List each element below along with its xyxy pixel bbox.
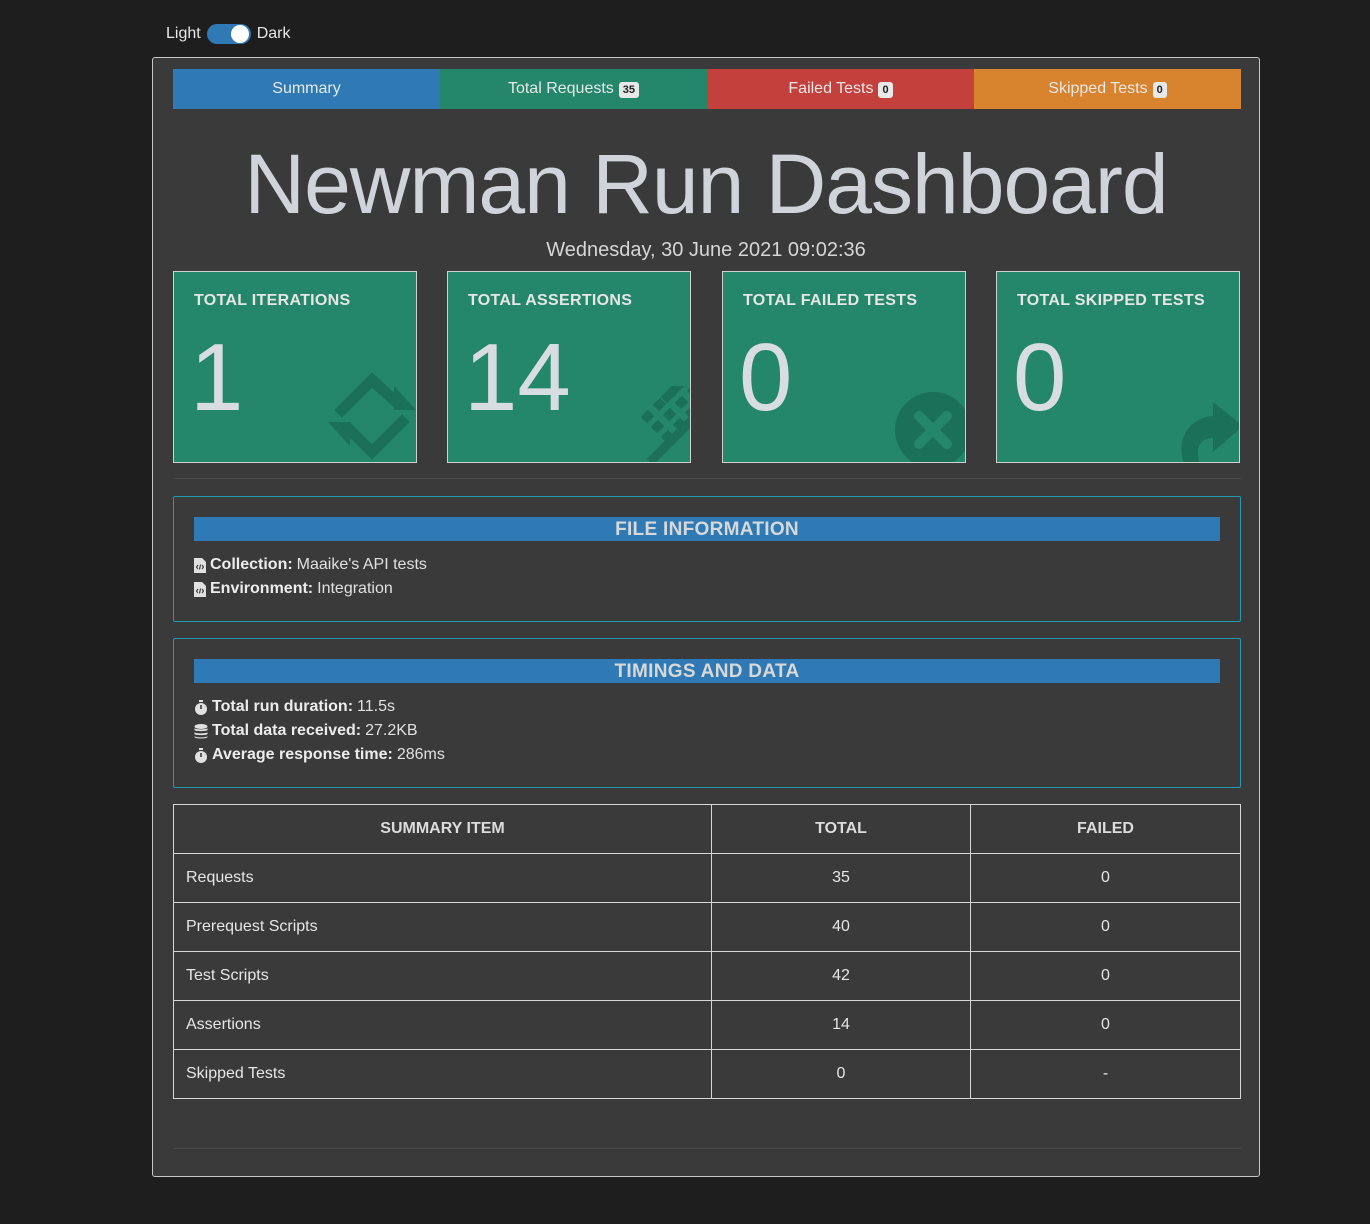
- item-cell: Requests: [173, 853, 712, 903]
- card-total-iterations: TOTAL ITERATIONS 1: [173, 271, 417, 463]
- duration-label: Total run duration:: [212, 698, 354, 715]
- table-row: Test Scripts 42 0: [173, 951, 1241, 1001]
- stopwatch-icon: [195, 747, 207, 763]
- summary-table: SUMMARY ITEM TOTAL FAILED Requests 35 0 …: [173, 804, 1241, 1099]
- theme-switch[interactable]: [206, 24, 251, 44]
- column-header: FAILED: [970, 804, 1241, 854]
- light-label: Light: [166, 25, 201, 42]
- failed-cell: 0: [970, 951, 1241, 1001]
- item-cell: Skipped Tests: [173, 1049, 712, 1099]
- sync-icon: [328, 372, 416, 460]
- switch-knob: [230, 25, 249, 43]
- failed-cell: 0: [970, 853, 1241, 903]
- data-received-value: 27.2KB: [365, 722, 418, 739]
- tab-failed-tests[interactable]: Failed Tests 0: [707, 69, 974, 109]
- panel-heading: FILE INFORMATION: [194, 517, 1220, 541]
- total-cell: 42: [711, 951, 971, 1001]
- panel-heading: TIMINGS AND DATA: [194, 659, 1220, 683]
- card-value: 1: [190, 324, 244, 431]
- share-icon: [1181, 402, 1239, 462]
- response-time-line: Average response time: 286ms: [194, 743, 1240, 767]
- card-total-failed-tests: TOTAL FAILED TESTS 0: [722, 271, 966, 463]
- total-cell: 35: [711, 853, 971, 903]
- table-row: Skipped Tests 0 -: [173, 1049, 1241, 1099]
- response-time-value: 286ms: [396, 746, 445, 763]
- data-received-label: Total data received:: [212, 722, 362, 739]
- divider: [173, 478, 1241, 479]
- card-value: 0: [739, 324, 793, 431]
- stopwatch-icon: [195, 699, 207, 715]
- table-row: Prerequest Scripts 40 0: [173, 902, 1241, 952]
- card-label: TOTAL FAILED TESTS: [743, 292, 918, 309]
- times-circle-icon: [895, 392, 965, 462]
- card-total-skipped-tests: TOTAL SKIPPED TESTS 0: [996, 271, 1240, 463]
- tab-skipped-label: Skipped Tests: [1048, 80, 1148, 97]
- divider: [173, 1148, 1241, 1149]
- failed-cell: -: [970, 1049, 1241, 1099]
- timings-panel: TIMINGS AND DATA Total run duration: 11.…: [173, 638, 1241, 788]
- card-label: TOTAL ITERATIONS: [194, 292, 351, 309]
- card-total-assertions: TOTAL ASSERTIONS 14: [447, 271, 691, 463]
- card-label: TOTAL SKIPPED TESTS: [1017, 292, 1205, 309]
- tab-total-requests[interactable]: Total Requests 35: [440, 69, 707, 109]
- requests-count-badge: 35: [618, 82, 640, 98]
- collection-value: Maaike's API tests: [296, 556, 427, 573]
- environment-line: Environment: Integration: [194, 577, 1240, 601]
- tab-failed-label: Failed Tests: [788, 80, 874, 97]
- database-icon: [194, 723, 208, 738]
- environment-label: Environment:: [210, 580, 314, 597]
- environment-value: Integration: [317, 580, 393, 597]
- total-cell: 40: [711, 902, 971, 952]
- failed-count-badge: 0: [878, 82, 893, 98]
- theme-toggle: Light Dark: [166, 24, 290, 44]
- failed-cell: 0: [970, 1000, 1241, 1050]
- item-cell: Prerequest Scripts: [173, 902, 712, 952]
- tab-skipped-tests[interactable]: Skipped Tests 0: [974, 69, 1241, 109]
- file-information-panel: FILE INFORMATION Collection: Maaike's AP…: [173, 496, 1241, 622]
- table-row: Assertions 14 0: [173, 1000, 1241, 1050]
- stat-cards: TOTAL ITERATIONS 1 TOTAL ASSERTIONS 14 T…: [173, 271, 1241, 463]
- column-header: TOTAL: [711, 804, 971, 854]
- skipped-count-badge: 0: [1152, 82, 1167, 98]
- dashboard-container: Summary Total Requests 35 Failed Tests 0…: [152, 57, 1260, 1177]
- collection-label: Collection:: [210, 556, 293, 573]
- duration-line: Total run duration: 11.5s: [194, 695, 1240, 719]
- item-cell: Test Scripts: [173, 951, 712, 1001]
- collection-line: Collection: Maaike's API tests: [194, 553, 1240, 577]
- response-time-label: Average response time:: [212, 746, 393, 763]
- total-cell: 0: [711, 1049, 971, 1099]
- page-title: Newman Run Dashboard: [244, 137, 1168, 231]
- list-icon: [640, 386, 690, 462]
- data-received-line: Total data received: 27.2KB: [194, 719, 1240, 743]
- card-label: TOTAL ASSERTIONS: [468, 292, 633, 309]
- table-row: Requests 35 0: [173, 853, 1241, 903]
- file-code-icon: [194, 581, 206, 597]
- file-code-icon: [194, 557, 206, 573]
- nav-tabs: Summary Total Requests 35 Failed Tests 0…: [173, 69, 1241, 109]
- card-value: 14: [464, 324, 571, 431]
- table-header-row: SUMMARY ITEM TOTAL FAILED: [173, 804, 1241, 854]
- failed-cell: 0: [970, 902, 1241, 952]
- tab-summary-label: Summary: [272, 80, 341, 97]
- tab-requests-label: Total Requests: [507, 80, 614, 97]
- total-cell: 14: [711, 1000, 971, 1050]
- dark-label: Dark: [256, 25, 291, 42]
- tab-summary[interactable]: Summary: [173, 69, 440, 109]
- duration-value: 11.5s: [357, 698, 395, 715]
- card-value: 0: [1013, 324, 1067, 431]
- item-cell: Assertions: [173, 1000, 712, 1050]
- column-header: SUMMARY ITEM: [173, 804, 712, 854]
- run-timestamp: Wednesday, 30 June 2021 09:02:36: [546, 239, 866, 261]
